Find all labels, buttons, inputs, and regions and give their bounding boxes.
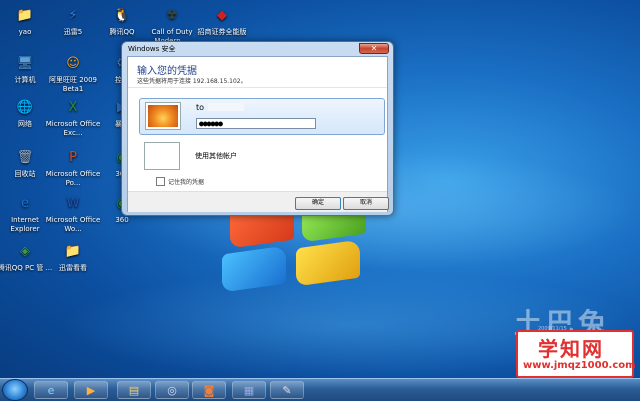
taskbar-explorer-icon[interactable]: ▤	[117, 381, 151, 399]
desktop-icon-image: e	[21, 195, 29, 211]
desktop-icon-image: X	[68, 99, 78, 115]
remember-checkbox[interactable]	[156, 177, 165, 186]
windows-security-dialog: Windows 安全 ✕ 输入您的凭据 这些凭据将用于连接 192.168.15…	[121, 41, 394, 216]
ok-button[interactable]: 确定	[295, 197, 341, 210]
desktop-icon-image: ☺	[66, 55, 80, 71]
user-picture	[145, 102, 181, 130]
desktop-icon-image: 🖥	[16, 55, 34, 71]
close-button[interactable]: ✕	[359, 43, 389, 54]
credential-tile-selected[interactable]: to ●●●●●●	[139, 98, 385, 135]
password-field[interactable]: ●●●●●●	[196, 118, 316, 129]
desktop-icon-image: ◈	[20, 243, 30, 259]
desktop-icon[interactable]: 📁 迅雷看看	[44, 240, 102, 273]
desktop-icon-image: 🗑	[16, 149, 34, 165]
desktop-icon-image: 📁	[64, 243, 82, 259]
cancel-button[interactable]: 取消	[343, 197, 389, 210]
desktop-icon-label: 招商证券全能版	[197, 28, 247, 36]
watermark-site-title: 学知网	[538, 337, 604, 361]
dialog-body: 输入您的凭据 这些凭据将用于连接 192.168.15.102。 to ●●●●…	[127, 56, 389, 212]
desktop-icon-image: P	[69, 149, 77, 165]
logo-pane-blue	[222, 245, 286, 293]
logo-pane-yellow	[296, 239, 360, 287]
desktop-icon-label: 迅雷看看	[59, 264, 87, 272]
start-button[interactable]	[2, 379, 28, 401]
dialog-title: Windows 安全	[128, 45, 176, 53]
blank-user-icon	[144, 142, 180, 170]
desktop-icon-image: ◆	[217, 7, 227, 23]
desktop-icon-image: W	[66, 195, 80, 211]
dialog-heading: 输入您的凭据	[137, 66, 197, 77]
taskbar-paint-icon[interactable]: ✎	[270, 381, 304, 399]
taskbar-network-icon[interactable]: ▦	[232, 381, 266, 399]
flower-icon	[148, 105, 178, 127]
use-other-account-label: 使用其他帐户	[195, 152, 237, 160]
taskbar: e ▶ ▤ ◎ ◙ ▦ ✎	[0, 378, 640, 401]
watermark-box: 学知网 www.jmqz1000.com	[516, 330, 636, 378]
desktop-icon-label: 360	[115, 216, 129, 224]
desktop-icon-image: 📁	[16, 7, 34, 23]
desktop-icon-image: ☢	[166, 7, 178, 23]
dialog-header: 输入您的凭据 这些凭据将用于连接 192.168.15.102。	[128, 57, 387, 88]
taskbar-camera-icon[interactable]: ◙	[192, 381, 226, 399]
remember-credentials[interactable]: 记住我的凭据	[156, 177, 204, 186]
dialog-subtitle: 这些凭据将用于连接 192.168.15.102。	[137, 78, 247, 85]
desktop-icon-image: ⚡	[68, 7, 78, 23]
taskbar-disc-icon[interactable]: ◎	[155, 381, 189, 399]
username-redaction	[208, 103, 244, 111]
username-label: to	[196, 103, 205, 112]
taskbar-media-player-icon[interactable]: ▶	[74, 381, 108, 399]
desktop-icon[interactable]: ◆ 招商证券全能版	[193, 4, 251, 37]
dialog-button-bar: 确定 取消	[128, 191, 389, 212]
watermark-site-url: www.jmqz1000.com	[523, 360, 636, 371]
desktop-icon-image: 🐧	[113, 7, 131, 23]
remember-label: 记住我的凭据	[168, 179, 205, 186]
taskbar-ie-icon[interactable]: e	[34, 381, 68, 399]
desktop-icon-image: 🌐	[16, 99, 34, 115]
use-other-account-tile[interactable]: 使用其他帐户	[139, 139, 383, 171]
